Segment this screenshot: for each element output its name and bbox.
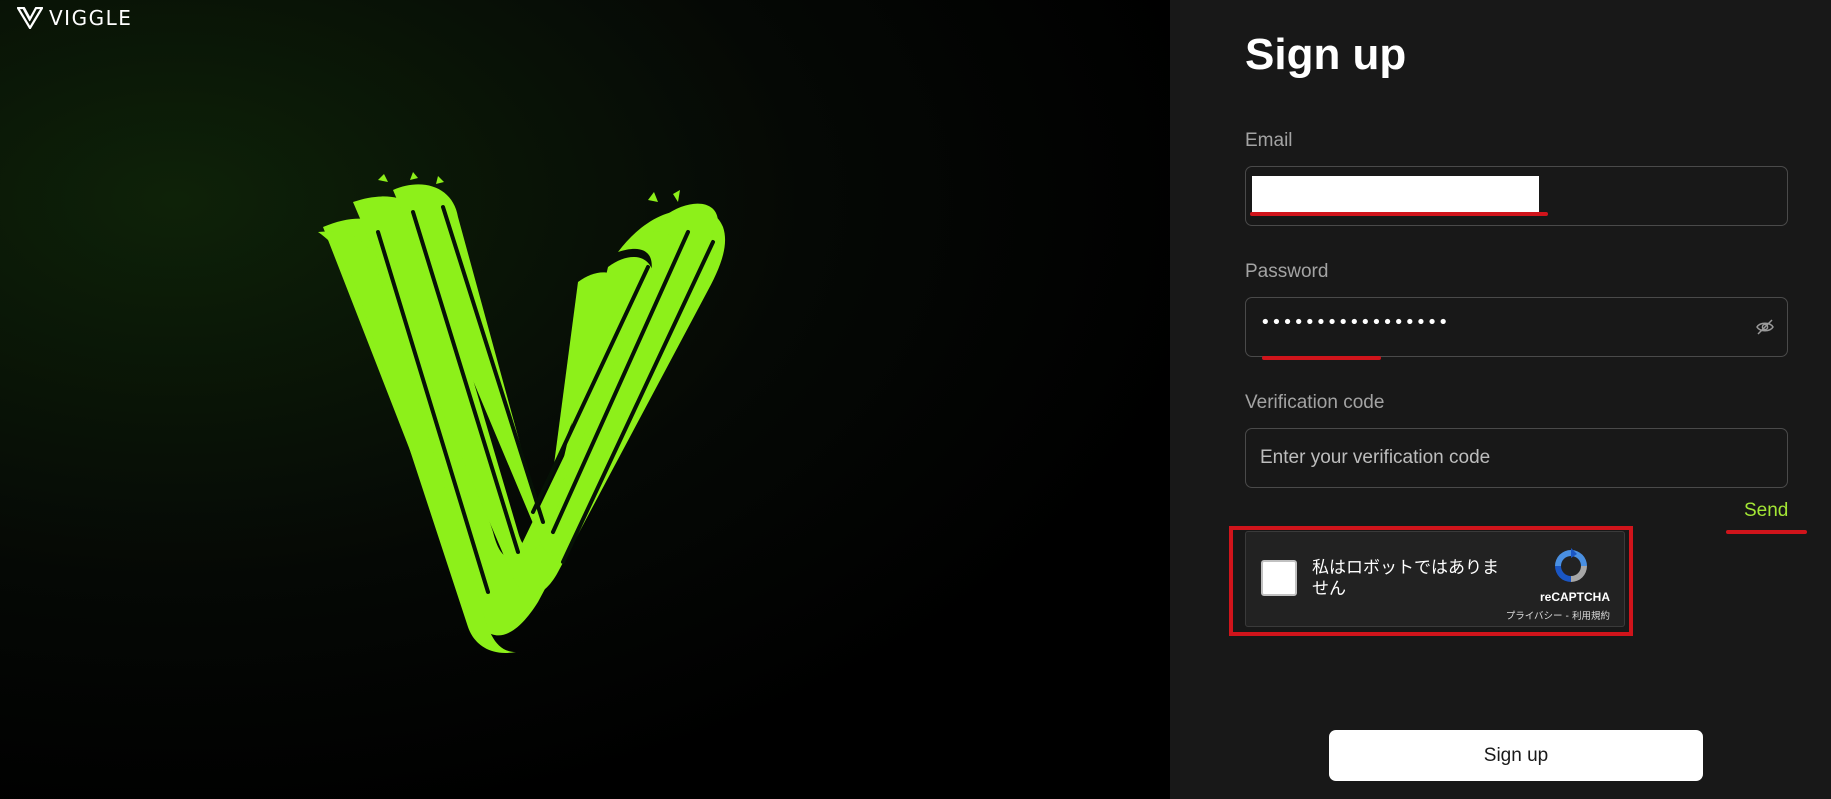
brand-name: VIGGLE: [49, 6, 133, 30]
recaptcha-widget: 私はロボットではありません reCAPTCHA プライバシー - 利用規約: [1245, 531, 1625, 627]
password-field[interactable]: •••••••••••••••••: [1245, 297, 1788, 357]
verification-label: Verification code: [1245, 392, 1385, 413]
password-label: Password: [1245, 261, 1329, 282]
recaptcha-brand: reCAPTCHA: [1539, 590, 1610, 604]
viggle-brush-v-logo: [318, 172, 726, 653]
eye-slash-icon[interactable]: [1755, 317, 1775, 337]
recaptcha-checkbox[interactable]: [1261, 560, 1297, 596]
signup-panel: Sign up Email Password •••••••••••••••••…: [1170, 0, 1831, 799]
page-title: Sign up: [1245, 30, 1407, 79]
recaptcha-privacy-terms-links[interactable]: プライバシー - 利用規約: [1506, 608, 1610, 622]
verification-code-input[interactable]: [1246, 429, 1787, 487]
hero-panel: VIGGLE: [0, 0, 1170, 799]
verification-field[interactable]: [1245, 428, 1788, 488]
recaptcha-label: 私はロボットではありません: [1312, 558, 1499, 599]
brand-logo[interactable]: VIGGLE: [17, 6, 133, 30]
email-label: Email: [1245, 130, 1293, 151]
email-redaction: [1252, 176, 1539, 212]
email-underline-annotation: [1250, 212, 1548, 216]
password-underline-annotation: [1262, 356, 1381, 360]
password-value: •••••••••••••••••: [1260, 312, 1449, 333]
send-underline-annotation: [1726, 530, 1807, 534]
viggle-logo-icon: [17, 7, 43, 29]
sign-up-button[interactable]: Sign up: [1329, 730, 1703, 781]
send-code-button[interactable]: Send: [1744, 500, 1788, 522]
recaptcha-icon: [1555, 548, 1587, 582]
email-field[interactable]: [1245, 166, 1788, 226]
